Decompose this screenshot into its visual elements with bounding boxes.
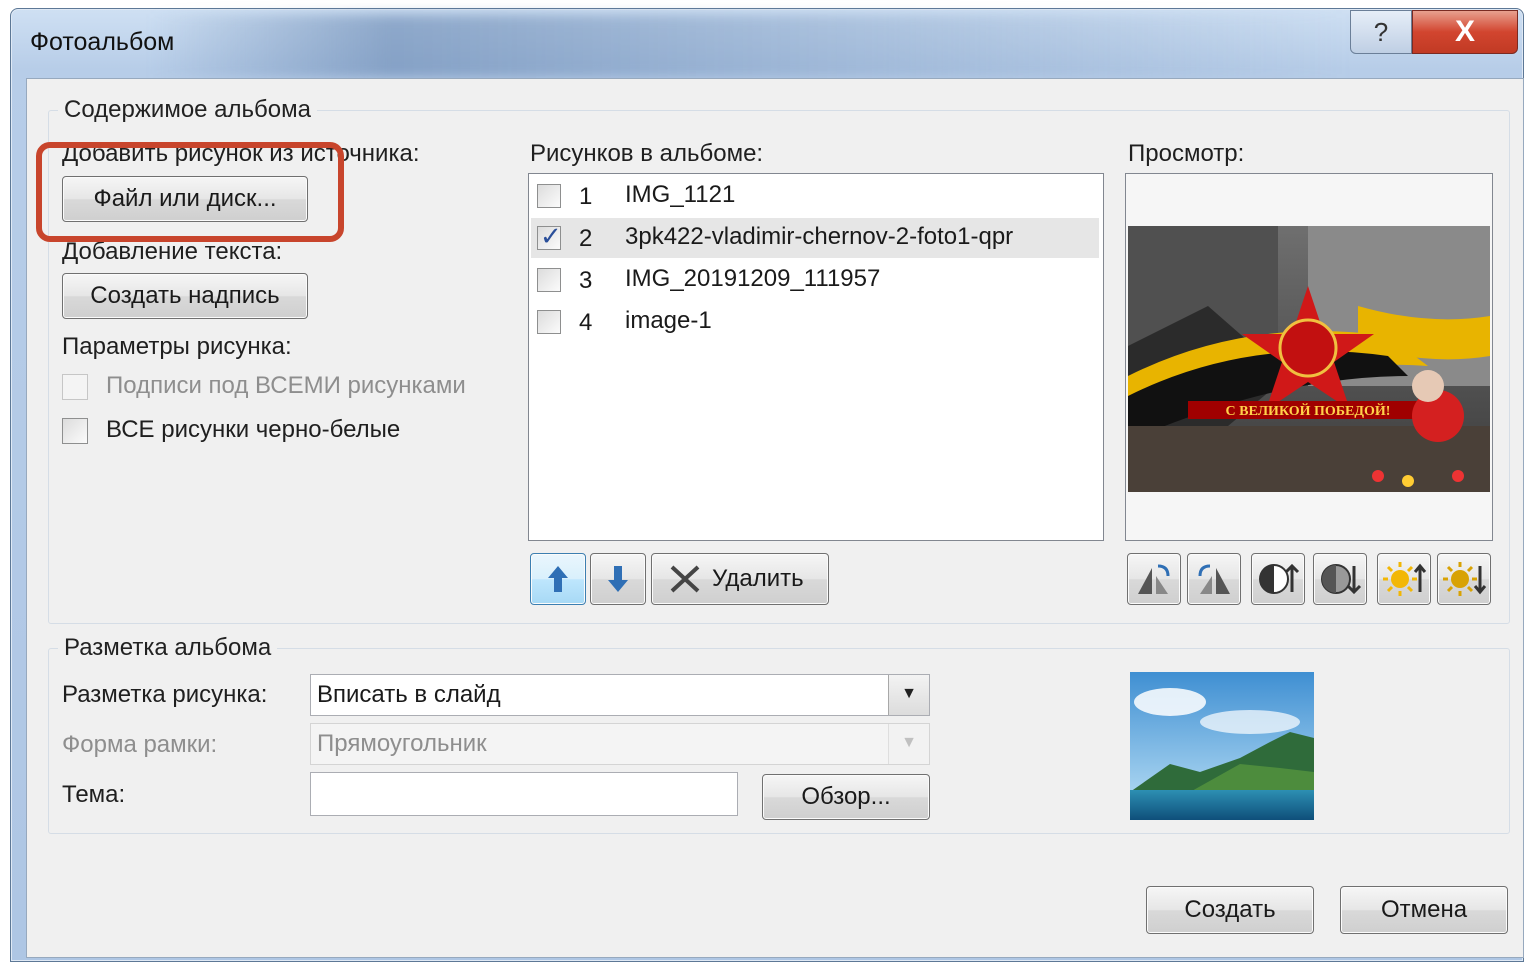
black-white-option-label: ВСЕ рисунки черно-белые [106, 416, 401, 443]
help-button[interactable]: ? [1350, 10, 1412, 54]
layout-preview-thumbnail [1130, 672, 1314, 820]
rotate-left-icon [1138, 564, 1170, 594]
item-name: 3pk422-vladimir-chernov-2-foto1-qpr [625, 223, 1014, 250]
black-white-checkbox[interactable] [62, 418, 88, 444]
album-content-group-label: Содержимое альбома [58, 96, 317, 124]
rotate-right-button[interactable] [1187, 553, 1241, 605]
brightness-down-icon [1443, 562, 1487, 596]
frame-shape-value: Прямоугольник [317, 730, 487, 757]
contrast-up-icon [1259, 563, 1300, 594]
remove-button[interactable]: Удалить [651, 553, 829, 605]
item-number: 3 [579, 267, 593, 294]
arrow-up-icon [548, 566, 568, 592]
frame-shape-label: Форма рамки: [62, 731, 218, 758]
rotate-right-icon [1198, 564, 1230, 594]
cancel-button[interactable]: Отмена [1340, 886, 1508, 934]
album-layout-group-label: Разметка альбома [58, 634, 278, 662]
item-number: 2 [579, 225, 593, 252]
item-name: IMG_1121 [625, 181, 736, 208]
pictures-listbox[interactable]: 1 IMG_1121 ✓ 2 3pk422-vladimir-chernov-2… [528, 173, 1104, 541]
caption-buttons: ? X [1350, 10, 1520, 54]
highlight-annotation [36, 142, 344, 242]
theme-label: Тема: [62, 781, 126, 808]
browse-button[interactable]: Обзор... [762, 774, 930, 820]
picture-layout-value: Вписать в слайд [317, 681, 501, 708]
create-button[interactable]: Создать [1146, 886, 1314, 934]
preview-label: Просмотр: [1128, 140, 1245, 167]
delete-x-icon [670, 565, 700, 593]
move-up-button[interactable] [530, 553, 586, 605]
arrow-down-icon [608, 566, 628, 592]
list-item[interactable]: 1 IMG_1121 [531, 176, 1099, 216]
brightness-up-button[interactable] [1377, 553, 1431, 605]
item-number: 4 [579, 309, 593, 336]
insert-text-label: Добавление текста: [62, 238, 283, 265]
remove-button-label: Удалить [712, 565, 804, 592]
brightness-down-button[interactable] [1437, 553, 1491, 605]
preview-banner-text: С ВЕЛИКОЙ ПОБЕДОЙ! [1226, 402, 1391, 419]
captions-option-label: Подписи под ВСЕМИ рисунками [106, 372, 466, 399]
picture-layout-label: Разметка рисунка: [62, 681, 268, 708]
move-down-button[interactable] [590, 553, 646, 605]
chevron-down-icon[interactable]: ▼ [888, 675, 929, 715]
preview-image: С ВЕЛИКОЙ ПОБЕДОЙ! [1128, 226, 1490, 492]
contrast-down-button[interactable] [1313, 553, 1367, 605]
item-checkbox[interactable] [537, 184, 561, 208]
item-name: image-1 [625, 307, 712, 334]
title-bar-background [150, 14, 1350, 78]
frame-shape-select[interactable]: Прямоугольник ▼ [310, 723, 930, 765]
contrast-up-button[interactable] [1251, 553, 1305, 605]
picture-options-label: Параметры рисунка: [62, 333, 292, 360]
item-checkbox[interactable] [537, 268, 561, 292]
window-title: Фотоальбом [30, 28, 175, 56]
picture-layout-select[interactable]: Вписать в слайд ▼ [310, 674, 930, 716]
chevron-down-icon[interactable]: ▼ [888, 724, 929, 764]
pictures-in-album-label: Рисунков в альбоме: [530, 140, 764, 167]
close-button[interactable]: X [1412, 10, 1518, 54]
item-checkbox[interactable] [537, 310, 561, 334]
new-textbox-button[interactable]: Создать надпись [62, 273, 308, 319]
list-item[interactable]: 4 image-1 [531, 302, 1099, 342]
theme-input[interactable] [310, 772, 738, 816]
preview-pane: С ВЕЛИКОЙ ПОБЕДОЙ! [1125, 173, 1493, 541]
rotate-left-button[interactable] [1127, 553, 1181, 605]
contrast-down-icon [1321, 564, 1362, 595]
list-item[interactable]: ✓ 2 3pk422-vladimir-chernov-2-foto1-qpr [531, 218, 1099, 258]
item-number: 1 [579, 183, 593, 210]
item-checkbox[interactable]: ✓ [537, 221, 562, 251]
brightness-up-icon [1383, 562, 1427, 596]
captions-checkbox[interactable] [62, 374, 88, 400]
list-item[interactable]: 3 IMG_20191209_111957 [531, 260, 1099, 300]
checkmark-icon: ✓ [540, 221, 562, 251]
item-name: IMG_20191209_111957 [625, 265, 881, 292]
